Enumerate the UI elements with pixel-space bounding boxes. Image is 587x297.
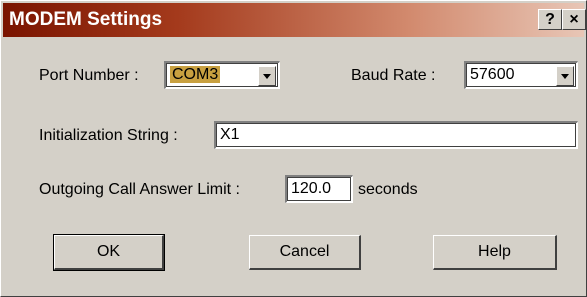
baud-rate-select[interactable]: 57600 bbox=[464, 61, 578, 89]
port-number-label: Port Number : bbox=[39, 67, 139, 84]
baud-rate-label: Baud Rate : bbox=[351, 67, 436, 84]
chevron-down-icon[interactable] bbox=[556, 66, 574, 86]
chevron-down-icon[interactable] bbox=[258, 66, 276, 86]
initialization-string-label: Initialization String : bbox=[39, 127, 178, 144]
ok-button[interactable]: OK bbox=[53, 234, 165, 271]
answer-limit-label: Outgoing Call Answer Limit : bbox=[39, 181, 240, 198]
help-icon[interactable]: ? bbox=[538, 9, 562, 30]
initialization-string-input[interactable]: X1 bbox=[214, 121, 578, 149]
port-number-value: COM3 bbox=[170, 66, 221, 83]
dialog-title: MODEM Settings bbox=[9, 9, 163, 30]
answer-limit-input[interactable]: 120.0 bbox=[285, 175, 353, 203]
cancel-button[interactable]: Cancel bbox=[249, 235, 361, 270]
help-button[interactable]: Help bbox=[433, 235, 557, 270]
title-bar[interactable]: MODEM Settings ? × bbox=[3, 3, 586, 37]
answer-limit-unit: seconds bbox=[358, 181, 418, 198]
baud-rate-value: 57600 bbox=[470, 66, 515, 83]
modem-settings-dialog: MODEM Settings ? × Port Number : COM3 Ba… bbox=[0, 0, 587, 297]
port-number-select[interactable]: COM3 bbox=[164, 61, 280, 89]
close-icon[interactable]: × bbox=[562, 9, 586, 30]
